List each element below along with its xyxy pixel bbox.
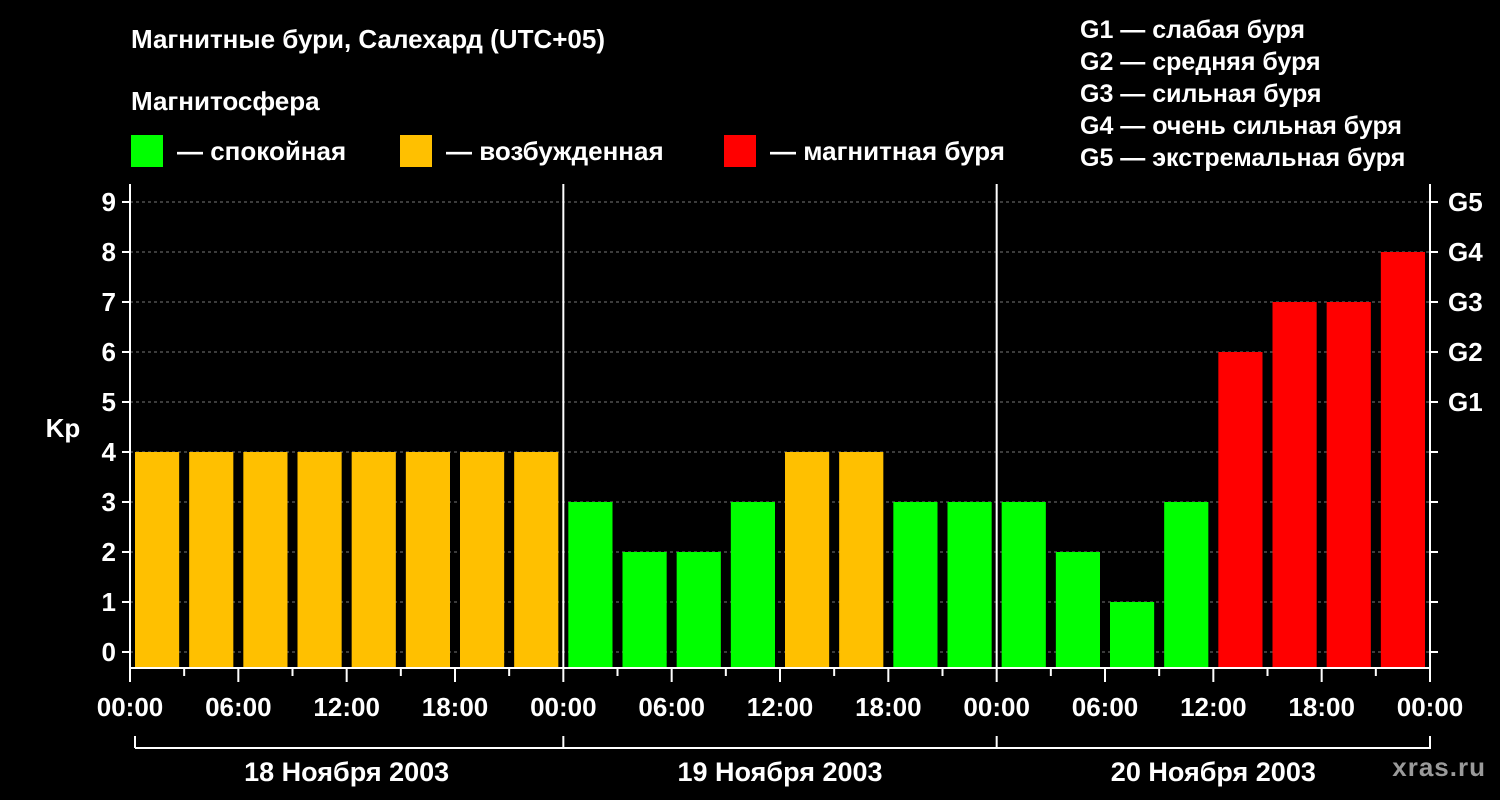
- x-tick-label-6: 12:00: [747, 692, 814, 722]
- bar-21: [1272, 302, 1317, 668]
- bar-16: [1001, 502, 1046, 668]
- bar-12: [785, 452, 830, 668]
- x-tick-label-2: 12:00: [313, 692, 380, 722]
- y-axis-label: Kp: [46, 413, 81, 443]
- x-tick-label-12: 00:00: [1397, 692, 1464, 722]
- y-tick-label-2: 2: [102, 537, 116, 567]
- bar-11: [730, 502, 775, 668]
- y-tick-label-3: 3: [102, 487, 116, 517]
- watermark: xras.ru: [1392, 752, 1486, 782]
- bar-14: [893, 502, 938, 668]
- y-tick-label-0: 0: [102, 637, 116, 667]
- x-tick-label-3: 18:00: [422, 692, 489, 722]
- x-tick-label-11: 18:00: [1288, 692, 1355, 722]
- bar-23: [1380, 252, 1425, 668]
- right-tick-label-G2: G2: [1448, 337, 1483, 367]
- y-tick-label-6: 6: [102, 337, 116, 367]
- bar-10: [676, 552, 721, 668]
- bar-1: [189, 452, 234, 668]
- x-tick-label-1: 06:00: [205, 692, 272, 722]
- kp-bar-chart: 0 1 2 3 4 5 6 7 8 9 G1 G2 G3 G4 G5 Kp 00:00 06:00 12:00 18:…: [46, 184, 1483, 787]
- bar-13: [839, 452, 884, 668]
- y-tick-label-7: 7: [102, 287, 116, 317]
- right-tick-label-G1: G1: [1448, 387, 1483, 417]
- bar-8: [568, 502, 613, 668]
- right-tick-label-G3: G3: [1448, 287, 1483, 317]
- x-tick-label-10: 12:00: [1180, 692, 1247, 722]
- x-tick-label-7: 18:00: [855, 692, 922, 722]
- bar-6: [460, 452, 505, 668]
- bar-7: [514, 452, 559, 668]
- bar-22: [1326, 302, 1371, 668]
- x-tick-label-4: 00:00: [530, 692, 597, 722]
- bar-5: [405, 452, 450, 668]
- bar-2: [243, 452, 288, 668]
- x-tick-label-9: 06:00: [1072, 692, 1139, 722]
- y-tick-label-1: 1: [102, 587, 116, 617]
- y-tick-label-4: 4: [102, 437, 117, 467]
- day-label-2: 20 Ноября 2003: [1111, 757, 1316, 787]
- bar-18: [1110, 602, 1155, 668]
- right-tick-label-G4: G4: [1448, 237, 1483, 267]
- x-tick-label-5: 06:00: [638, 692, 705, 722]
- bar-20: [1218, 352, 1263, 668]
- right-tick-label-G5: G5: [1448, 187, 1483, 217]
- day-label-0: 18 Ноября 2003: [244, 757, 449, 787]
- bar-3: [297, 452, 342, 668]
- bar-15: [947, 502, 992, 668]
- x-tick-label-0: 00:00: [97, 692, 164, 722]
- y-tick-label-8: 8: [102, 237, 116, 267]
- bar-0: [135, 452, 180, 668]
- bar-17: [1055, 552, 1100, 668]
- bar-4: [351, 452, 396, 668]
- y-tick-label-5: 5: [102, 387, 116, 417]
- bar-19: [1164, 502, 1209, 668]
- bar-9: [622, 552, 667, 668]
- y-tick-label-9: 9: [102, 187, 116, 217]
- day-label-1: 19 Ноября 2003: [677, 757, 882, 787]
- x-tick-label-8: 00:00: [963, 692, 1030, 722]
